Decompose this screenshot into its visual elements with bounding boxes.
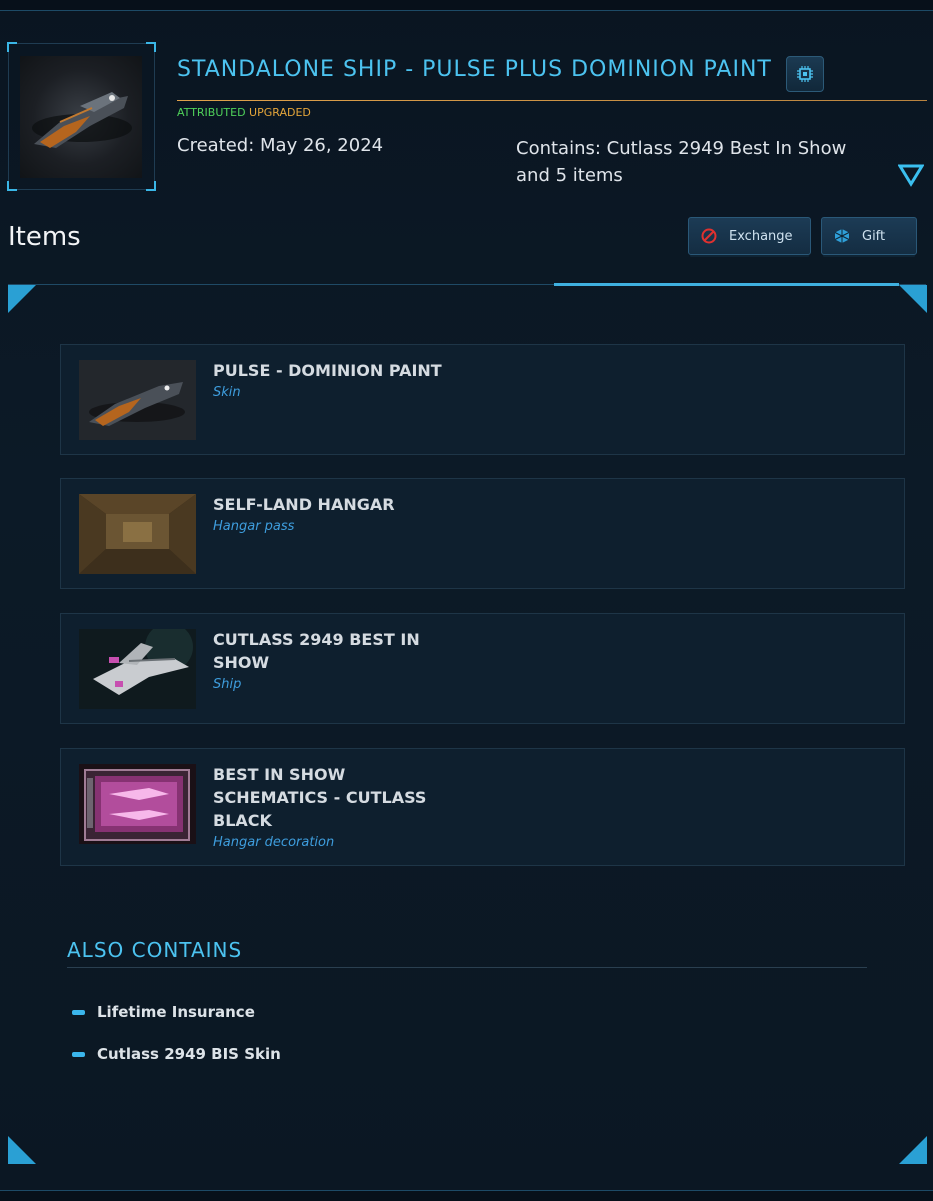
item-type: Hangar decoration [213, 835, 335, 850]
list-item: Cutlass 2949 BIS Skin [72, 1045, 281, 1063]
pledge-thumbnail [7, 42, 156, 191]
pulse-paint-image [79, 360, 196, 440]
status-badges: ATTRIBUTED UPGRADED [177, 106, 311, 119]
exchange-button[interactable]: Exchange [688, 217, 811, 255]
item-type: Ship [213, 677, 242, 692]
also-item-label: Cutlass 2949 BIS Skin [97, 1045, 281, 1063]
pulse-ship-image [20, 56, 142, 178]
item-name: BEST IN SHOW SCHEMATICS - CUTLASS BLACK [213, 765, 427, 830]
item-name: PULSE - DOMINION PAINT [213, 361, 442, 380]
list-item[interactable]: BEST IN SHOW SCHEMATICS - CUTLASS BLACK … [60, 748, 905, 866]
item-type: Skin [213, 385, 241, 400]
badge-upgraded: UPGRADED [249, 106, 311, 119]
chip-icon[interactable] [786, 56, 824, 92]
schematics-image [79, 764, 196, 844]
hangar-image [79, 494, 196, 574]
panel-accent-bar [554, 283, 899, 286]
item-name: CUTLASS 2949 BEST IN SHOW [213, 630, 420, 672]
list-item[interactable]: PULSE - DOMINION PAINT Skin [60, 344, 905, 455]
list-item: Lifetime Insurance [72, 1003, 255, 1021]
also-item-label: Lifetime Insurance [97, 1003, 255, 1021]
item-type: Hangar pass [213, 519, 295, 534]
bullet-icon [72, 1052, 85, 1057]
list-item[interactable]: CUTLASS 2949 BEST IN SHOW Ship [60, 613, 905, 724]
item-name: SELF-LAND HANGAR [213, 495, 395, 514]
contains-summary: Contains: Cutlass 2949 Best In Show and … [516, 138, 847, 186]
also-contains-heading: ALSO CONTAINS [67, 938, 243, 962]
bottom-border [0, 1190, 933, 1201]
title-divider [177, 100, 927, 101]
panel-corner-tl [8, 285, 36, 313]
panel-corner-tr [899, 285, 927, 313]
list-item[interactable]: SELF-LAND HANGAR Hangar pass [60, 478, 905, 589]
exchange-label: Exchange [729, 228, 793, 244]
expand-chevron-icon[interactable] [897, 163, 925, 187]
gift-label: Gift [862, 228, 886, 244]
cutlass-ship-image [79, 629, 196, 709]
gift-button[interactable]: Gift [821, 217, 917, 255]
no-entry-icon [701, 228, 717, 244]
top-border [0, 0, 933, 11]
created-date: Created: May 26, 2024 [177, 135, 384, 156]
badge-attributed: ATTRIBUTED [177, 106, 246, 119]
bullet-icon [72, 1010, 85, 1015]
gift-box-icon [834, 228, 850, 244]
panel-corner-bl [8, 1136, 36, 1164]
panel-corner-br [899, 1136, 927, 1164]
also-contains-divider [67, 967, 867, 968]
pledge-title: STANDALONE SHIP - PULSE PLUS DOMINION PA… [177, 57, 772, 82]
items-heading: Items [8, 222, 81, 252]
